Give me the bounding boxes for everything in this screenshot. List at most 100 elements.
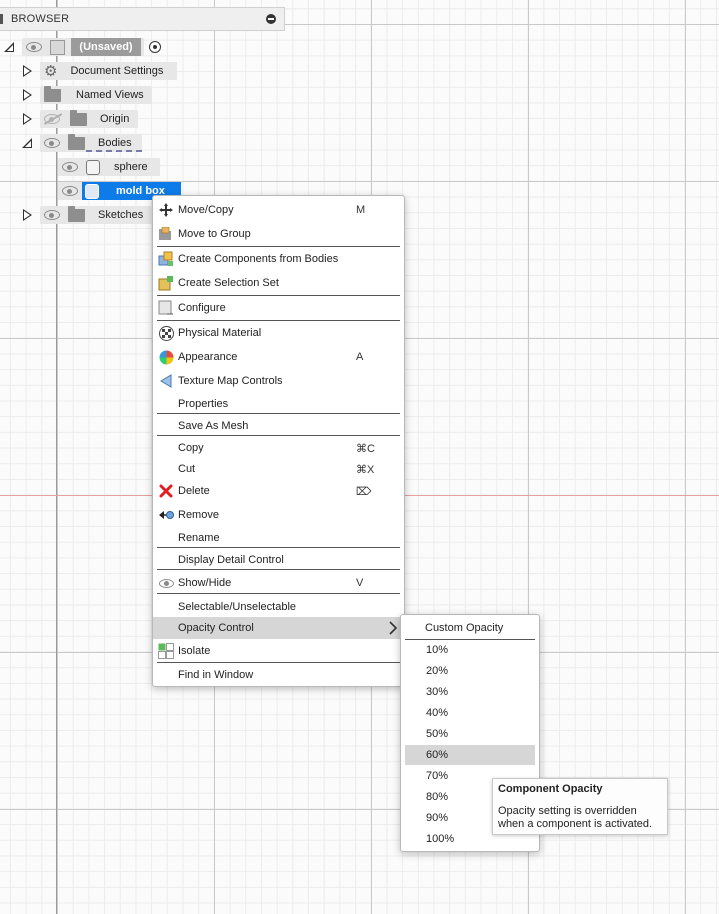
isolate-icon	[158, 643, 174, 659]
opacity-option[interactable]: 10%	[405, 640, 535, 660]
context-menu: Move/Copy M Move to Group Create Compone…	[152, 195, 405, 687]
expanded-arrow-icon[interactable]	[4, 42, 14, 52]
remove-icon	[158, 507, 174, 523]
gear-icon: ⚙	[44, 62, 58, 80]
menu-item-remove[interactable]: Remove	[153, 504, 404, 526]
shortcut-label: A	[356, 351, 364, 363]
tree-item-label: Sketches	[98, 209, 144, 221]
body-icon	[86, 159, 100, 175]
menu-item-label: Copy	[178, 442, 204, 454]
opacity-option-label: 90%	[426, 812, 449, 824]
menu-item-move-to-group[interactable]: Move to Group	[153, 223, 404, 245]
tooltip-body: Opacity setting is overridden when a com…	[498, 805, 653, 830]
menu-item-display-detail-control[interactable]: Display Detail Control	[153, 549, 404, 571]
menu-item-create-selection-set[interactable]: Create Selection Set	[153, 272, 404, 294]
menu-item-move-copy[interactable]: Move/Copy M	[153, 199, 404, 221]
tree-item-document-settings[interactable]: ⚙ Document Settings	[0, 61, 180, 81]
menu-item-label: Delete	[178, 485, 210, 497]
menu-separator	[157, 413, 400, 414]
shortcut-label: M	[356, 204, 366, 216]
tree-item-label: sphere	[114, 161, 148, 173]
menu-item-texture-map-controls[interactable]: Texture Map Controls	[153, 370, 404, 392]
menu-item-appearance[interactable]: Appearance A	[153, 346, 404, 368]
hidden-eye-icon[interactable]	[44, 114, 60, 124]
folder-icon	[68, 205, 85, 222]
opacity-option-label: 60%	[426, 749, 449, 761]
menu-item-label: Move to Group	[178, 228, 251, 240]
collapsed-arrow-icon[interactable]	[23, 65, 32, 77]
menu-item-copy[interactable]: Copy ⌘C	[153, 437, 404, 459]
opacity-option[interactable]: 50%	[405, 724, 535, 744]
expanded-arrow-icon[interactable]	[22, 138, 32, 148]
menu-item-configure[interactable]: Configure	[153, 297, 404, 319]
menu-item-opacity-control[interactable]: Opacity Control	[153, 617, 404, 639]
opacity-option[interactable]: 40%	[405, 703, 535, 723]
visibility-eye-icon[interactable]	[44, 210, 60, 220]
visibility-eye-icon[interactable]	[62, 162, 78, 172]
create-components-icon	[158, 251, 174, 267]
menu-item-isolate[interactable]: Isolate	[153, 640, 404, 662]
tree-item-origin[interactable]: Origin	[0, 109, 180, 129]
opacity-option[interactable]: 30%	[405, 682, 535, 702]
menu-item-label: Save As Mesh	[178, 420, 249, 432]
opacity-option[interactable]: 20%	[405, 661, 535, 681]
visibility-eye-icon[interactable]	[26, 42, 42, 52]
menu-item-label: Create Selection Set	[178, 277, 279, 289]
collapsed-arrow-icon[interactable]	[23, 113, 32, 125]
menu-item-label: Texture Map Controls	[178, 375, 283, 387]
menu-item-delete[interactable]: Delete ⌦	[153, 480, 404, 502]
submenu-item-label: Custom Opacity	[425, 622, 504, 634]
menu-item-label: Configure	[178, 302, 226, 314]
menu-item-label: Show/Hide	[178, 577, 232, 589]
menu-separator	[157, 547, 400, 548]
menu-item-label: Physical Material	[178, 327, 262, 339]
tree-item-label: Bodies	[98, 137, 132, 149]
dashed-underline	[86, 150, 142, 152]
eye-icon	[158, 575, 174, 591]
texture-map-icon	[158, 373, 174, 389]
menu-item-label: Rename	[178, 532, 220, 544]
tree-item-label: Document Settings	[70, 65, 164, 77]
tree-root[interactable]: (Unsaved)	[0, 37, 180, 57]
menu-item-label: Properties	[178, 398, 229, 410]
collapse-panel-button[interactable]	[266, 14, 276, 24]
browser-header: BROWSER	[0, 7, 285, 31]
menu-item-save-as-mesh[interactable]: Save As Mesh	[153, 415, 404, 437]
tree-item-label: Origin	[100, 113, 130, 125]
menu-item-show-hide[interactable]: Show/Hide V	[153, 572, 404, 594]
menu-separator	[157, 435, 400, 436]
menu-item-cut[interactable]: Cut ⌘X	[153, 458, 404, 480]
opacity-option-highlighted[interactable]: 60%	[405, 745, 535, 765]
tree-item-sphere[interactable]: sphere	[0, 157, 180, 177]
shortcut-label: ⌘C	[356, 442, 375, 455]
visibility-eye-icon[interactable]	[44, 138, 60, 148]
tree-item-bodies[interactable]: Bodies	[0, 133, 180, 153]
menu-item-label: Create Components from Bodies	[178, 253, 339, 265]
opacity-option-label: 10%	[426, 644, 449, 656]
collapsed-arrow-icon[interactable]	[23, 209, 32, 221]
menu-item-label: Find in Window	[178, 669, 254, 681]
folder-icon	[70, 109, 87, 126]
menu-item-create-components[interactable]: Create Components from Bodies	[153, 248, 404, 270]
menu-item-physical-material[interactable]: Physical Material	[153, 322, 404, 344]
visibility-eye-icon[interactable]	[62, 186, 78, 196]
collapsed-arrow-icon[interactable]	[23, 89, 32, 101]
tooltip-title: Component Opacity	[498, 783, 603, 795]
menu-item-rename[interactable]: Rename	[153, 527, 404, 549]
menu-separator	[157, 569, 400, 570]
submenu-item-custom-opacity[interactable]: Custom Opacity	[405, 618, 535, 638]
menu-item-find-in-window[interactable]: Find in Window	[153, 664, 404, 686]
opacity-option-label: 40%	[426, 707, 449, 719]
activate-radio-icon[interactable]	[149, 41, 161, 53]
tooltip: Component Opacity Opacity setting is ove…	[492, 778, 668, 835]
menu-item-label: Cut	[178, 463, 196, 475]
appearance-icon	[158, 349, 174, 365]
opacity-option-label: 100%	[426, 833, 455, 845]
menu-item-properties[interactable]: Properties	[153, 393, 404, 415]
menu-item-selectable-unselectable[interactable]: Selectable/Unselectable	[153, 596, 404, 618]
tree-item-named-views[interactable]: Named Views	[0, 85, 180, 105]
menu-item-label: Display Detail Control	[178, 554, 284, 566]
menu-separator	[157, 593, 400, 594]
panel-grip-icon[interactable]	[0, 14, 3, 24]
shortcut-label: ⌦	[356, 485, 372, 498]
